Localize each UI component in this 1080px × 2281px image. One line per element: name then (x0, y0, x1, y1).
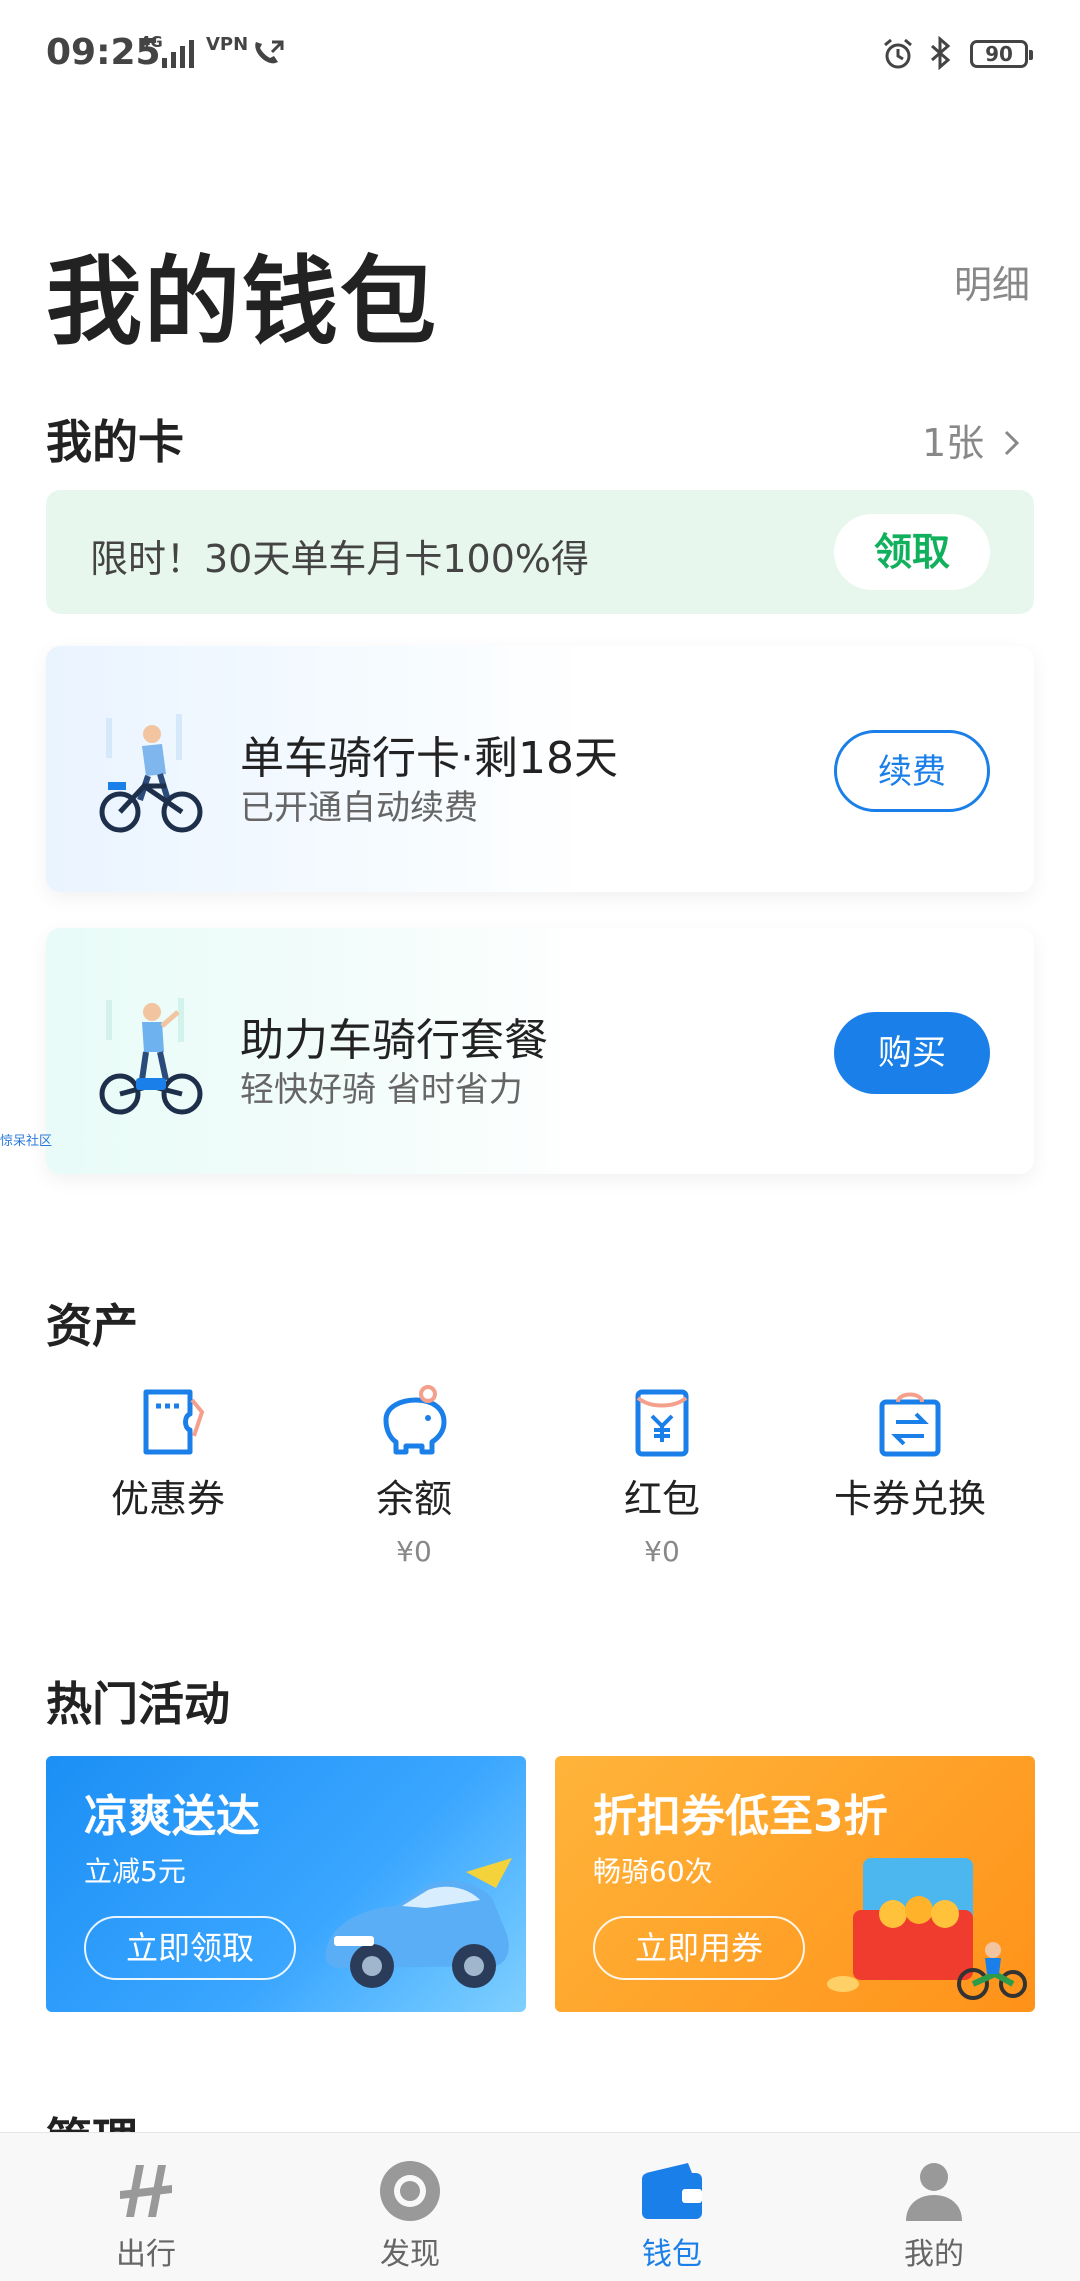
nav-tab-discover[interactable]: 发现 (310, 2133, 510, 2281)
red-envelope-icon (635, 1389, 689, 1457)
cyclist-illustration (99, 714, 203, 833)
nav-tab-travel[interactable]: 出行 (46, 2133, 246, 2281)
banner-title: 凉爽送达 (84, 1791, 260, 1842)
banner-title: 折扣券低至3折 (593, 1791, 888, 1842)
profile-icon (906, 2163, 962, 2221)
asset-label: 红包 (623, 1477, 700, 1521)
nav-label: 发现 (380, 2237, 440, 2272)
my-cards-title: 我的卡 (46, 415, 184, 469)
piggy-bank-icon (383, 1385, 447, 1455)
promo-banner[interactable]: 限时！30天单车月卡100%得 领取 (46, 490, 1034, 614)
promo-text: 限时！30天单车月卡100%得 (90, 537, 589, 581)
bluetooth-icon (931, 36, 951, 70)
banner-subtitle: 畅骑60次 (593, 1855, 713, 1888)
network-type: 4G (140, 33, 163, 51)
claim-now-button[interactable]: 立即领取 (84, 1916, 296, 1980)
coupon-icon (143, 1389, 205, 1455)
activities-title: 热门活动 (46, 1677, 230, 1731)
activity-banner-cool-delivery[interactable]: 凉爽送达 立减5元 立即领取 (46, 1756, 526, 2012)
asset-red-envelope[interactable]: 红包 ¥0 (562, 1384, 762, 1584)
ebike-card[interactable]: 助力车骑行套餐 轻快好骑 省时省力 购买 (46, 928, 1034, 1174)
activity-banner-discount[interactable]: 折扣券低至3折 畅骑60次 立即用券 (555, 1756, 1035, 2012)
details-link[interactable]: 明细 (954, 254, 1030, 309)
battery-indicator: 90 (970, 40, 1033, 68)
bottom-nav: 出行 发现 钱包 我的 (0, 2132, 1080, 2281)
bike-card[interactable]: 单车骑行卡·剩18天 已开通自动续费 续费 (46, 646, 1034, 892)
exchange-icon (879, 1392, 941, 1457)
gift-box-illustration (827, 1858, 1027, 2000)
card-subtitle: 轻快好骑 省时省力 (240, 1070, 523, 1110)
renew-button[interactable]: 续费 (834, 730, 990, 812)
cards-count: 1张 (922, 421, 985, 465)
card-title: 助力车骑行套餐 (240, 1015, 548, 1066)
signal-icon (162, 40, 194, 68)
asset-label: 优惠券 (110, 1477, 225, 1521)
car-illustration (325, 1858, 512, 1988)
use-coupon-button[interactable]: 立即用券 (593, 1916, 805, 1980)
alarm-icon (884, 38, 912, 69)
asset-balance[interactable]: 余额 ¥0 (314, 1384, 514, 1584)
claim-button[interactable]: 领取 (834, 514, 990, 590)
nav-tab-wallet[interactable]: 钱包 (572, 2133, 772, 2281)
asset-amount: ¥0 (644, 1535, 680, 1568)
nav-label: 出行 (116, 2237, 176, 2272)
vpn-indicator: VPN (206, 34, 249, 55)
call-forward-icon (255, 40, 284, 64)
card-title: 单车骑行卡·剩18天 (240, 733, 618, 784)
nav-label: 钱包 (642, 2237, 702, 2272)
chevron-right-icon (1005, 430, 1020, 456)
watermark-text: 惊呆社区 (0, 1134, 53, 1149)
nav-label: 我的 (904, 2237, 964, 2272)
assets-title: 资产 (46, 1299, 138, 1353)
card-subtitle: 已开通自动续费 (240, 788, 478, 828)
asset-label: 余额 (375, 1477, 452, 1521)
buy-button[interactable]: 购买 (834, 1012, 990, 1094)
travel-icon (120, 2165, 172, 2217)
ebike-rider-illustration (99, 998, 203, 1115)
status-bar: 09:25 4G VPN 90 (0, 0, 1080, 110)
asset-amount: ¥0 (396, 1535, 432, 1568)
asset-coupon[interactable]: 优惠券 (68, 1384, 268, 1584)
wallet-icon (642, 2163, 702, 2219)
discover-icon (380, 2161, 440, 2221)
page-title: 我的钱包 (46, 246, 438, 358)
asset-exchange[interactable]: 卡券兑换 (810, 1384, 1010, 1584)
cards-count-link[interactable]: 1张 (922, 412, 1022, 467)
banner-subtitle: 立减5元 (84, 1855, 186, 1888)
nav-tab-profile[interactable]: 我的 (834, 2133, 1034, 2281)
asset-label: 卡券兑换 (833, 1477, 986, 1521)
